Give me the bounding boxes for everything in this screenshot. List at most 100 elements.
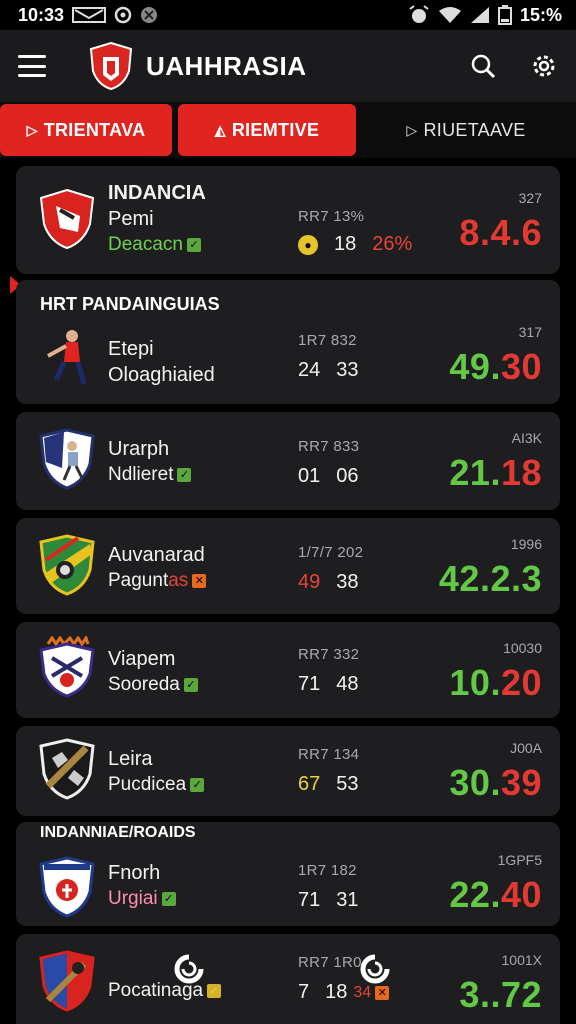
odds-label: 10030 [503, 640, 542, 656]
shield-white-icon [39, 856, 95, 918]
odds-value[interactable]: 21.18 [449, 452, 542, 494]
play-icon: ▷ [406, 121, 418, 138]
team-name: Viapem [108, 648, 176, 670]
team-name: INDANCIA [108, 182, 206, 204]
settings-icon[interactable] [530, 52, 558, 80]
tab-label: RIUETAAVE [423, 119, 526, 140]
stat-header: RR7 332 [298, 646, 360, 663]
stat-a: 49 [298, 571, 321, 593]
odds-value[interactable]: 30.39 [449, 762, 542, 804]
match-card[interactable]: Pocatinaga ✓ RR7 1R0 7 18 34 ✕ 1001X 3..7… [16, 934, 560, 1024]
flag-icon: ✓ [161, 892, 176, 906]
odds-label: AI3K [511, 430, 542, 446]
app-title: UAHHRASIA [146, 50, 307, 81]
match-card[interactable]: INDANNIAE/ROAIDS Fnorh Urgiai ✓ 1R7 182 7… [16, 822, 560, 926]
match-card[interactable]: Auvanarad Pagunt as ✕ 1/7/7 202 49 38 1996… [16, 518, 560, 614]
team-detail: Pucdicea ✓ [108, 772, 205, 798]
team-detail: Urgiai ✓ [108, 886, 176, 912]
stat-a: 71 [298, 673, 321, 695]
menu-icon[interactable] [18, 55, 46, 77]
tab-trientava[interactable]: ▷ TRIENTAVA [0, 104, 172, 156]
team-name: Etepi [108, 338, 154, 360]
flag-icon: ✓ [177, 468, 192, 482]
team-detail: Pocatinaga ✓ [108, 978, 222, 1004]
stat-a: 71 [298, 889, 321, 911]
stat-b: 48 [336, 673, 359, 695]
wifi-icon [438, 7, 461, 23]
match-card[interactable]: Viapem Sooreda ✓ RR7 332 71 48 10030 10.2… [16, 622, 560, 718]
stat-b: 38 [336, 571, 359, 593]
tab-riemtive[interactable]: ◭ RIEMTIVE [178, 104, 356, 156]
team-detail: Ndlieret ✓ [108, 462, 192, 488]
loading-spinner-icon [360, 954, 390, 984]
flag-icon: ✓ [183, 678, 198, 692]
stat-header: 1R7 832 [298, 332, 357, 349]
odds-value[interactable]: 10.20 [449, 662, 542, 704]
odds-value[interactable]: 3..72 [459, 974, 542, 1016]
flag-icon: ✕ [192, 574, 207, 588]
team-detail: Deacacn ✓ [108, 232, 206, 258]
app-icon [141, 7, 158, 23]
odds-value[interactable]: 22.40 [449, 874, 542, 916]
tab-label: TRIENTAVA [43, 119, 146, 140]
tab-label: RIEMTIVE [231, 119, 320, 140]
flag-icon: ✓ [207, 984, 222, 998]
odds-value[interactable]: 49.30 [449, 346, 542, 388]
search-icon[interactable] [470, 53, 496, 79]
flag-icon: ✓ [187, 238, 201, 252]
match-card[interactable]: Urarph Ndlieret ✓ RR7 833 01 06 AI3K 21.1… [16, 412, 560, 510]
stat-a: 24 [298, 359, 321, 381]
status-bar: 10:33 15:% [0, 0, 576, 30]
shield-blue-icon [39, 428, 95, 490]
match-card[interactable]: INDANCIA Pemi Deacacn ✓ RR7 13% ● 18 26% … [16, 166, 560, 274]
stat-b: 06 [336, 465, 359, 487]
status-time: 10:33 [18, 4, 65, 25]
stat-b: 33 [336, 359, 359, 381]
match-card[interactable]: HRT PANDAINGUIAS Etepi Oloaghiaied 1R7 8… [16, 280, 560, 404]
play-icon: ▷ [26, 121, 38, 138]
odds-value[interactable]: 8.4.6 [459, 212, 542, 254]
match-card[interactable]: Leira Pucdicea ✓ RR7 134 67 53 J00A 30.39 [16, 726, 560, 816]
tab-riuetaave[interactable]: ▷ RIUETAAVE [356, 104, 576, 156]
flag-icon: ✕ [375, 985, 390, 1000]
tab-bar: ▷ TRIENTAVA ◭ RIEMTIVE ▷ RIUETAAVE [0, 102, 576, 158]
app-bar: UAHHRASIA [0, 30, 576, 102]
team-name: Auvanarad [108, 544, 205, 566]
stat-header: RR7 134 [298, 746, 360, 763]
odds-label: 1996 [510, 536, 542, 552]
battery-icon [497, 5, 512, 25]
stat-header: RR7 13% [298, 208, 365, 225]
team-detail: Pagunt as ✕ [108, 568, 207, 594]
boot-icon: ◭ [214, 121, 226, 138]
stat-a: 67 [298, 773, 321, 795]
stat-a: 7 [298, 981, 310, 1003]
notification-icon [114, 6, 132, 24]
shield-purple-icon [39, 636, 95, 698]
odds-label: J00A [510, 740, 542, 756]
player-icon [47, 330, 87, 385]
battery-level: 15:% [519, 4, 562, 25]
stat-b: 26% [372, 233, 413, 255]
loading-spinner-icon [174, 954, 204, 984]
odds-label: 317 [518, 324, 542, 340]
odds-value[interactable]: 42.2.3 [439, 558, 542, 600]
stat-c: 34 [353, 983, 372, 1001]
team-detail: Oloaghiaied [108, 364, 215, 386]
odds-label: 327 [518, 190, 542, 206]
team-name: Fnorh [108, 862, 161, 884]
odds-label: 1GPF5 [497, 852, 542, 868]
shield-red-icon [39, 188, 95, 250]
team-name: Leira [108, 748, 153, 770]
stat-header: 1/7/7 202 [298, 544, 364, 561]
coin-icon: ● [298, 234, 318, 255]
stat-header: RR7 833 [298, 438, 360, 455]
stat-header: 1R7 182 [298, 862, 357, 879]
shield-red-blue-icon [39, 950, 95, 1012]
section-title: HRT PANDAINGUIAS [40, 294, 220, 314]
team-subname: Pemi [108, 208, 154, 230]
shield-black-icon [39, 738, 95, 800]
stat-a: 01 [298, 465, 321, 487]
signal-icon [470, 7, 489, 23]
flag-icon: ✓ [190, 778, 205, 792]
stat-b: 18 [325, 981, 348, 1003]
